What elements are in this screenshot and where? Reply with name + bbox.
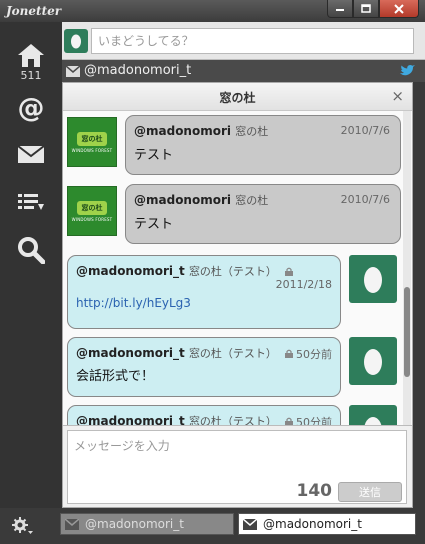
account-tab-active[interactable]: @madonomori_t: [238, 513, 416, 535]
window-controls: [327, 0, 419, 18]
sender-avatar[interactable]: [349, 337, 397, 385]
sidebar-item-lists[interactable]: [0, 192, 62, 212]
minimize-button[interactable]: [327, 0, 353, 18]
account-name: @madonomori_t: [84, 63, 192, 78]
message-date: 2011/2/18: [275, 278, 332, 291]
maximize-button[interactable]: [353, 0, 379, 18]
message-date: 2010/7/6: [340, 124, 390, 137]
forest-logo-icon: 窓の杜: [77, 200, 107, 215]
forest-logo-icon: 窓の杜: [77, 131, 107, 146]
account-header: @madonomori_t: [62, 60, 425, 82]
conversation-title: 窓の杜: [219, 91, 256, 105]
sidebar-item-mentions[interactable]: @: [0, 94, 62, 122]
message-author-name: 窓の杜: [235, 125, 269, 138]
message-author: @madonomori_t 窓の杜（テスト）: [76, 413, 294, 425]
lock-icon: [285, 267, 294, 276]
maximize-icon: [361, 3, 371, 13]
lock-icon: [285, 349, 294, 358]
sidebar: 511 @: [0, 22, 62, 508]
message-bubble[interactable]: @madonomori_t 窓の杜（テスト） 2011/2/18 http://…: [67, 255, 341, 329]
lock-icon: [285, 417, 294, 425]
account-tab[interactable]: @madonomori_t: [60, 513, 234, 535]
message-author-name: 窓の杜: [235, 194, 269, 207]
scrollbar-thumb[interactable]: [404, 287, 410, 377]
sidebar-item-home[interactable]: 511: [0, 42, 62, 82]
app-title: Jonetter: [6, 4, 62, 18]
title-bar: Jonetter: [0, 0, 425, 22]
mail-icon: [66, 66, 80, 77]
mail-icon: [243, 518, 257, 530]
message-text: テスト: [134, 217, 174, 232]
compose-area: 140 送信: [63, 425, 412, 507]
message-author-name: 窓の杜（テスト）: [188, 265, 277, 278]
minimize-icon: [336, 8, 344, 11]
account-tab-label: @madonomori_t: [263, 517, 362, 531]
conversation-panel: 窓の杜 × 窓の杜 WINDOWS FOREST @madonomori 窓の杜…: [62, 82, 413, 508]
sender-avatar[interactable]: 窓の杜 WINDOWS FOREST: [67, 186, 117, 236]
account-tab-label: @madonomori_t: [85, 517, 184, 531]
message-date: 50分前: [296, 416, 332, 425]
conversation-header: 窓の杜 ×: [63, 83, 412, 111]
home-icon: [18, 44, 44, 67]
message-text: 会話形式で！: [76, 369, 155, 384]
character-count: 140: [296, 481, 333, 501]
message-author-name: 窓の杜（テスト）: [188, 415, 277, 425]
sender-avatar[interactable]: [349, 255, 397, 303]
sender-avatar[interactable]: 窓の杜 WINDOWS FOREST: [67, 117, 117, 167]
sidebar-item-search[interactable]: [0, 236, 62, 264]
message-author-name: 窓の杜（テスト）: [188, 347, 277, 360]
message-scrollbar[interactable]: [403, 111, 411, 425]
message-author: @madonomori_t 窓の杜（テスト）: [76, 345, 294, 361]
gear-icon[interactable]: [12, 516, 34, 536]
message-bubble[interactable]: @madonomori_t 窓の杜（テスト） 50分前: [67, 405, 341, 425]
message-link[interactable]: http://bit.ly/hEyLg3: [76, 296, 191, 310]
egg-icon: [364, 267, 382, 293]
close-icon: [394, 3, 404, 14]
forest-logo-subtext: WINDOWS FOREST: [71, 216, 113, 222]
message-bubble[interactable]: @madonomori 窓の杜 2010/7/6 テスト: [125, 115, 401, 175]
search-icon: [18, 237, 45, 264]
mention-icon: @: [18, 94, 45, 122]
message-date: 50分前: [296, 348, 332, 361]
message-list: 窓の杜 WINDOWS FOREST @madonomori 窓の杜 2010/…: [63, 111, 412, 425]
message-author: @madonomori 窓の杜: [134, 193, 269, 207]
message-author: @madonomori 窓の杜: [134, 124, 269, 138]
twitter-bird-icon: [400, 64, 415, 76]
close-conversation-button[interactable]: ×: [391, 87, 404, 105]
message-bubble[interactable]: @madonomori_t 窓の杜（テスト） 50分前 会話形式で！: [67, 337, 341, 397]
home-unread-count: 511: [20, 69, 42, 82]
message-author: @madonomori_t 窓の杜（テスト）: [76, 263, 294, 279]
sidebar-item-direct-messages[interactable]: [0, 144, 62, 164]
status-row: [62, 22, 425, 60]
mail-icon: [17, 145, 45, 163]
egg-icon: [71, 34, 81, 49]
egg-icon: [364, 349, 382, 375]
status-input[interactable]: [91, 28, 414, 54]
egg-icon: [364, 417, 382, 425]
message-text: テスト: [134, 148, 174, 163]
svg-text:@: @: [18, 94, 45, 122]
forest-logo-subtext: WINDOWS FOREST: [71, 147, 113, 153]
list-icon: [18, 194, 44, 210]
sender-avatar[interactable]: [349, 405, 397, 425]
user-avatar[interactable]: [64, 29, 88, 53]
message-date: 2010/7/6: [340, 193, 390, 206]
send-button[interactable]: 送信: [338, 482, 402, 502]
mail-icon: [65, 518, 79, 530]
message-bubble[interactable]: @madonomori 窓の杜 2010/7/6 テスト: [125, 184, 401, 244]
close-window-button[interactable]: [379, 0, 419, 18]
bottom-bar: @madonomori_t @madonomori_t: [0, 508, 425, 544]
